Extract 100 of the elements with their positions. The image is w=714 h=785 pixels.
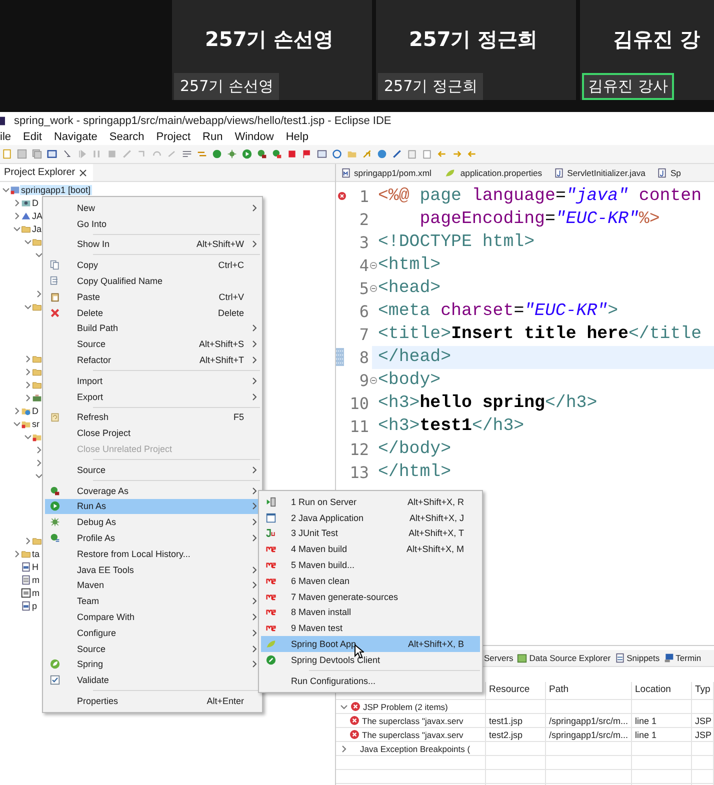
menu-item[interactable]: Copy Ctrl+C bbox=[45, 257, 260, 274]
chevron-right-icon[interactable] bbox=[13, 406, 21, 414]
collapse-icon[interactable] bbox=[370, 285, 377, 292]
menu-item[interactable]: Coverage As bbox=[45, 482, 260, 499]
menu-item[interactable]: Refactor Alt+Shift+T bbox=[45, 352, 260, 368]
menu-item[interactable]: Import bbox=[45, 372, 260, 389]
chevron-down-icon[interactable] bbox=[24, 238, 32, 246]
chevron-right-icon[interactable] bbox=[35, 290, 43, 298]
menu-item[interactable]: 9 Maven test bbox=[261, 620, 480, 636]
menu-item[interactable]: Copy Qualified Name bbox=[45, 273, 260, 289]
menu-item[interactable]: Maven bbox=[45, 578, 260, 594]
menu-item[interactable]: Properties Alt+Enter bbox=[45, 693, 260, 709]
chevron-down-icon[interactable] bbox=[13, 224, 21, 232]
menu-item[interactable]: Source bbox=[45, 640, 260, 657]
menu-item[interactable]: 7 Maven generate-sources bbox=[261, 588, 480, 605]
editor-tab[interactable]: springapp1/pom.xml bbox=[336, 168, 438, 178]
tree-item[interactable]: H bbox=[31, 562, 40, 572]
view-tab[interactable]: Termin bbox=[664, 653, 702, 663]
tree-item[interactable]: sr bbox=[31, 418, 40, 428]
menu-item[interactable]: 6 Maven clean bbox=[261, 572, 480, 589]
chevron-down-icon[interactable] bbox=[13, 420, 21, 428]
menu-item[interactable]: 5 Maven build... bbox=[261, 557, 480, 573]
chevron-right-icon[interactable] bbox=[24, 354, 32, 362]
tree-item[interactable]: m bbox=[31, 588, 40, 598]
menu-item[interactable]: Configure bbox=[45, 624, 260, 641]
menu-bar-item[interactable]: Edit bbox=[23, 131, 48, 143]
chevron-right-icon[interactable] bbox=[24, 394, 32, 402]
tree-item[interactable]: JSP Problem (2 items) bbox=[363, 702, 448, 712]
chevron-right-icon[interactable] bbox=[24, 536, 32, 544]
menu-item[interactable]: Run As bbox=[45, 498, 260, 514]
tree-item[interactable]: Java Exception Breakpoints ( bbox=[360, 744, 470, 754]
menu-item[interactable]: Restore from Local History... bbox=[45, 546, 260, 562]
menu-item[interactable]: Debug As bbox=[45, 514, 260, 530]
chevron-down-icon[interactable] bbox=[35, 250, 43, 258]
menu-item[interactable]: 1 Run on Server Alt+Shift+X, R bbox=[261, 494, 480, 510]
tree-item[interactable]: Ja bbox=[31, 224, 43, 234]
chevron-right-icon[interactable] bbox=[24, 380, 32, 388]
menu-bar-item[interactable]: ile bbox=[0, 131, 18, 143]
menu-item[interactable]: Spring Devtools Client bbox=[261, 652, 480, 668]
menu-item[interactable]: Refresh F5 bbox=[45, 410, 260, 426]
menu-item[interactable]: Build Path bbox=[45, 320, 260, 336]
tree-item[interactable]: springapp1 [boot] bbox=[20, 184, 92, 194]
chevron-right-icon[interactable] bbox=[35, 458, 43, 466]
editor-tab[interactable]: ServletInitializer.java bbox=[549, 168, 652, 178]
editor-tab[interactable]: Sp bbox=[652, 168, 688, 178]
column-header[interactable]: Resource bbox=[486, 682, 546, 699]
menu-item[interactable]: Source Alt+Shift+S bbox=[45, 336, 260, 352]
chevron-down-icon[interactable] bbox=[35, 472, 43, 480]
chevron-right-icon[interactable] bbox=[24, 368, 32, 376]
chevron-right-icon[interactable] bbox=[13, 550, 21, 558]
menu-item[interactable]: Export bbox=[45, 388, 260, 405]
menu-item[interactable]: Team bbox=[45, 593, 260, 610]
view-tab[interactable]: Data Source Explorer bbox=[517, 653, 611, 663]
view-tab[interactable]: Project Explorer bbox=[0, 164, 94, 181]
tree-item[interactable]: D bbox=[31, 406, 40, 416]
tree-item[interactable]: m bbox=[31, 574, 40, 584]
view-tab[interactable]: Snippets bbox=[614, 653, 660, 663]
editor-tab[interactable]: application.properties bbox=[438, 168, 550, 178]
chevron-right-icon[interactable] bbox=[13, 198, 21, 206]
collapse-icon[interactable] bbox=[370, 377, 377, 384]
menu-bar-item[interactable]: Help bbox=[286, 131, 314, 143]
tree-item[interactable]: D bbox=[31, 198, 40, 208]
tree-item[interactable]: ta bbox=[31, 548, 41, 558]
menu-item[interactable]: Show In Alt+Shift+W bbox=[45, 236, 260, 252]
column-header[interactable]: Typ bbox=[692, 682, 714, 699]
chevron-down-icon[interactable] bbox=[24, 432, 32, 440]
menu-bar-item[interactable]: Window bbox=[234, 131, 280, 143]
close-icon[interactable] bbox=[79, 168, 88, 176]
menu-item[interactable]: Compare With bbox=[45, 609, 260, 625]
menu-item[interactable]: Source bbox=[45, 462, 260, 478]
menu-bar-item[interactable]: Navigate bbox=[54, 131, 104, 143]
menu-item[interactable]: Spring bbox=[45, 656, 260, 672]
menu-item[interactable]: Close Project bbox=[45, 425, 260, 442]
menu-item[interactable]: Delete Delete bbox=[45, 304, 260, 321]
chevron-right-icon[interactable] bbox=[35, 446, 43, 454]
menu-item[interactable]: Run Configurations... bbox=[261, 672, 480, 689]
view-tab[interactable]: Servers bbox=[484, 653, 514, 663]
chevron-down-icon[interactable] bbox=[340, 702, 348, 710]
chevron-down-icon[interactable] bbox=[2, 186, 10, 194]
menu-item[interactable]: 4 Maven build Alt+Shift+X, M bbox=[261, 541, 480, 558]
menu-bar-item[interactable]: Run bbox=[202, 131, 229, 143]
column-header[interactable]: Path bbox=[546, 682, 632, 699]
menu-bar-item[interactable]: Search bbox=[109, 131, 150, 143]
chevron-right-icon[interactable] bbox=[13, 212, 21, 220]
menu-item[interactable]: Validate bbox=[45, 672, 260, 688]
menu-bar-item[interactable]: Project bbox=[156, 131, 197, 143]
menu-item[interactable]: Paste Ctrl+V bbox=[45, 288, 260, 305]
chevron-right-icon[interactable] bbox=[340, 744, 348, 752]
menu-item[interactable]: Java EE Tools bbox=[45, 562, 260, 578]
menu-item[interactable]: New bbox=[45, 200, 260, 216]
menu-item[interactable]: 2 Java Application Alt+Shift+X, J bbox=[261, 510, 480, 526]
menu-item[interactable]: 8 Maven install bbox=[261, 604, 480, 620]
menu-item[interactable]: 3 JUnit Test Alt+Shift+X, T bbox=[261, 526, 480, 542]
tree-item[interactable]: p bbox=[31, 600, 38, 610]
menu-item[interactable]: Spring Boot App Alt+Shift+X, B bbox=[261, 636, 480, 652]
menu-item[interactable]: Go Into bbox=[45, 216, 260, 232]
menu-item[interactable]: Profile As bbox=[45, 530, 260, 546]
collapse-icon[interactable] bbox=[370, 262, 377, 269]
chevron-down-icon[interactable] bbox=[24, 302, 32, 310]
tree-item[interactable]: JA bbox=[31, 210, 44, 220]
